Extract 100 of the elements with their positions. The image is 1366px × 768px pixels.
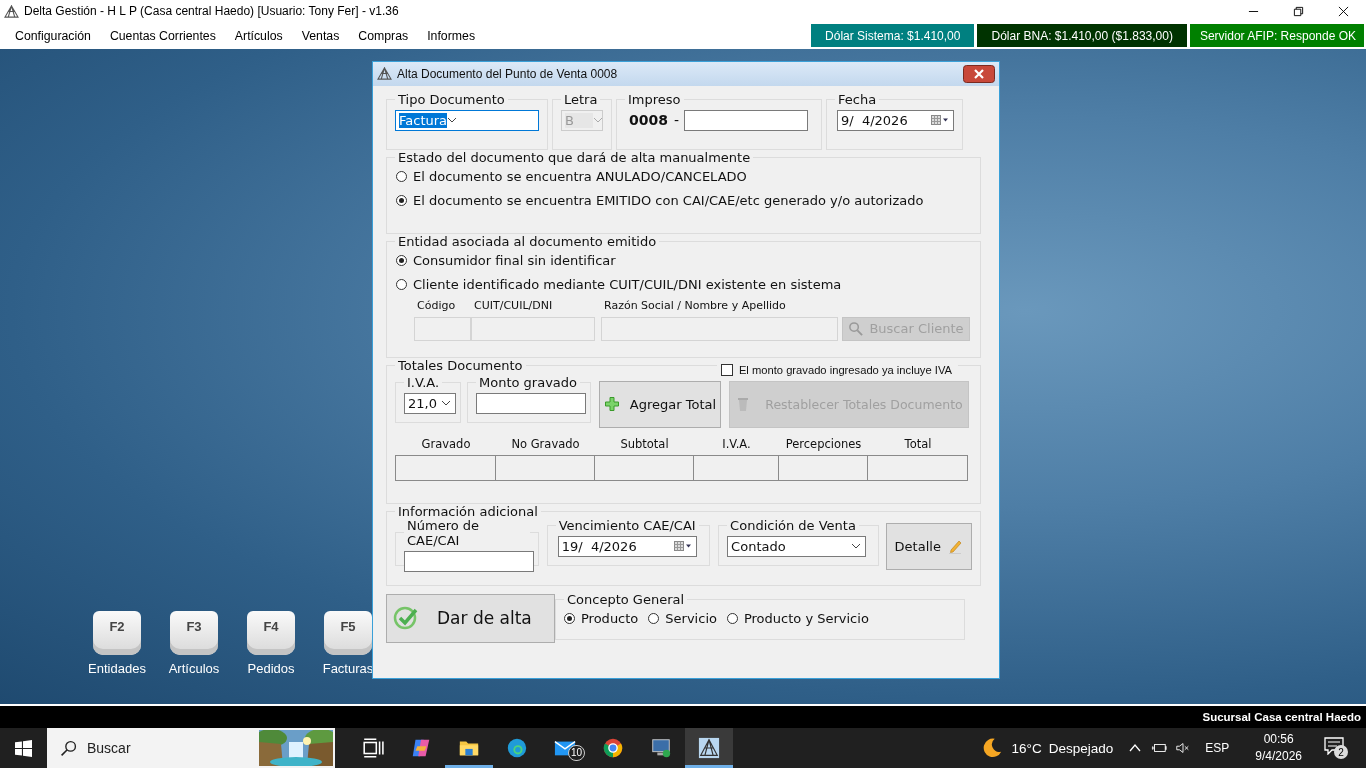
group-label: Estado del documento que dará de alta manualmente: [397, 149, 752, 165]
radio-option[interactable]: Producto y Servicio: [726, 606, 869, 631]
tax-id-input[interactable]: [471, 316, 595, 341]
group-label: Entidad asociada al documento emitido: [397, 233, 658, 249]
weather-condition[interactable]: Despejado: [1048, 740, 1114, 756]
radio-button[interactable]: [726, 613, 738, 625]
radio-button[interactable]: [396, 171, 407, 183]
group-label: Totales Documento: [397, 357, 524, 373]
separator-dash: -: [673, 112, 680, 129]
radio-option[interactable]: El documento se encuentra EMITIDO con CAI/CAE/etc generado y/o autorizado: [396, 188, 972, 213]
clock-time[interactable]: 00:56: [1263, 731, 1294, 748]
key-cap[interactable]: F2: [93, 610, 141, 655]
chevron-icon: [593, 117, 603, 124]
search-field[interactable]: Buscar: [47, 728, 335, 768]
key-cap[interactable]: F5: [324, 610, 372, 655]
muted-speaker-icon[interactable]: [1175, 741, 1192, 755]
clock-date[interactable]: 9/4/2026: [1255, 748, 1302, 765]
radio-option[interactable]: Servicio: [648, 606, 717, 631]
chrome-icon[interactable]: [602, 737, 624, 759]
checkbox-option[interactable]: El monto gravado ingresado ya incluye IVA: [716, 363, 958, 376]
close-icon[interactable]: [963, 64, 995, 83]
shortcut-label[interactable]: Entidades: [88, 660, 146, 676]
pencil-icon: [946, 538, 963, 555]
plus-icon: [603, 396, 620, 413]
browser-icon[interactable]: [506, 737, 528, 759]
radio-button[interactable]: [648, 613, 660, 625]
radio-button[interactable]: [564, 613, 575, 625]
key-cap[interactable]: F3: [170, 610, 218, 655]
field-label: Código: [416, 298, 457, 312]
column-header: Subtotal: [619, 436, 670, 453]
dialog-title: Alta Documento del Punto de Venta 0008: [397, 66, 618, 81]
search-icon: [60, 739, 77, 757]
group-label: Letra: [563, 91, 599, 107]
shortcut-label[interactable]: Pedidos: [247, 660, 295, 676]
restore-icon[interactable]: [1293, 5, 1304, 17]
status-badge: Dólar BNA: $1.410,00 ($1.833,00): [977, 24, 1187, 47]
weather-temperature[interactable]: 16°C: [1011, 740, 1042, 756]
radio-option[interactable]: El documento se encuentra ANULADO/CANCELADO: [396, 164, 972, 189]
number-input[interactable]: [684, 109, 809, 131]
radio-option[interactable]: Producto: [564, 606, 639, 631]
status-badge: Dólar Sistema: $1.410,00: [811, 24, 975, 47]
date-picker[interactable]: 19/ 4/2026: [557, 535, 697, 557]
app-logo-icon: [4, 4, 19, 18]
shortcut-label[interactable]: Facturas: [322, 660, 374, 676]
close-icon[interactable]: [1338, 5, 1349, 17]
cae-input[interactable]: [404, 550, 534, 572]
window-title: Delta Gestión - H L P (Casa central Haedo) [Usuario: Tony Fer] - v1.36: [24, 4, 399, 19]
column-header: Gravado: [420, 436, 472, 453]
menu-item[interactable]: Informes: [427, 28, 476, 43]
radio-option[interactable]: Cliente identificado mediante CUIT/CUIL/DNI existente en sistema: [396, 272, 972, 297]
group-label: Monto gravado: [478, 374, 579, 390]
code-input[interactable]: [414, 316, 471, 341]
taskbar-app[interactable]: [685, 728, 733, 768]
menu-item[interactable]: Ventas: [301, 28, 340, 43]
submit-button[interactable]: Dar de alta: [386, 593, 555, 643]
chevron-icon: [441, 400, 451, 407]
menu-item[interactable]: Cuentas Corrientes: [109, 28, 216, 43]
radio-button[interactable]: [396, 195, 407, 207]
menu-item[interactable]: Compras: [358, 28, 409, 43]
radio-button[interactable]: [396, 255, 407, 267]
windows-start-icon[interactable]: [15, 739, 32, 757]
task-view-icon[interactable]: [362, 737, 384, 759]
add-total-button[interactable]: Agregar Total: [599, 380, 721, 428]
menu-item[interactable]: Configuración: [15, 28, 91, 43]
group-label: Concepto General: [566, 591, 686, 607]
field-label: Razón Social / Nombre y Apellido: [603, 298, 787, 312]
group-label: Información adicional: [397, 503, 539, 519]
date-picker[interactable]: 9/ 4/2026: [837, 109, 954, 131]
copilot-icon[interactable]: [410, 737, 432, 759]
taskbar-app[interactable]: 10: [541, 728, 589, 768]
group-label: Condición de Venta: [729, 517, 857, 533]
language-indicator[interactable]: ESP: [1205, 741, 1230, 755]
document-type-dropdown[interactable]: Factura: [395, 109, 539, 131]
unread-count-badge: 10: [568, 745, 586, 761]
column-header: I.V.A.: [721, 436, 752, 453]
point-of-sale-number: 0008: [629, 112, 668, 129]
radio-option[interactable]: Consumidor final sin identificar: [396, 248, 972, 273]
name-input[interactable]: [601, 316, 838, 341]
battery-icon[interactable]: [1151, 741, 1168, 755]
notification-icon[interactable]: [1324, 737, 1344, 755]
detail-button[interactable]: Detalle: [885, 522, 972, 570]
group-label: Fecha: [837, 91, 878, 107]
shortcut-label[interactable]: Artículos: [168, 660, 220, 676]
remote-desktop-icon[interactable]: [650, 737, 672, 759]
key-cap[interactable]: F4: [247, 610, 295, 655]
group-label: Número de CAE/CAI: [406, 517, 481, 548]
radio-button[interactable]: [396, 279, 407, 291]
column-header: No Gravado: [510, 436, 581, 453]
column-header: Percepciones: [784, 436, 863, 453]
checkbox[interactable]: [720, 363, 733, 376]
notification-count-badge: 2: [1334, 745, 1348, 759]
amount-input[interactable]: [476, 392, 586, 414]
vat-dropdown[interactable]: 21,0: [404, 392, 456, 414]
sale-condition-dropdown[interactable]: Contado: [727, 535, 867, 557]
group-label: Impreso: [627, 91, 682, 107]
calendar-icon: [673, 541, 692, 552]
group-label: Vencimiento CAE/CAI: [557, 517, 697, 533]
menu-item[interactable]: Artículos: [234, 28, 283, 43]
group-label: I.V.A.: [406, 374, 441, 390]
search-icon: [848, 321, 864, 337]
